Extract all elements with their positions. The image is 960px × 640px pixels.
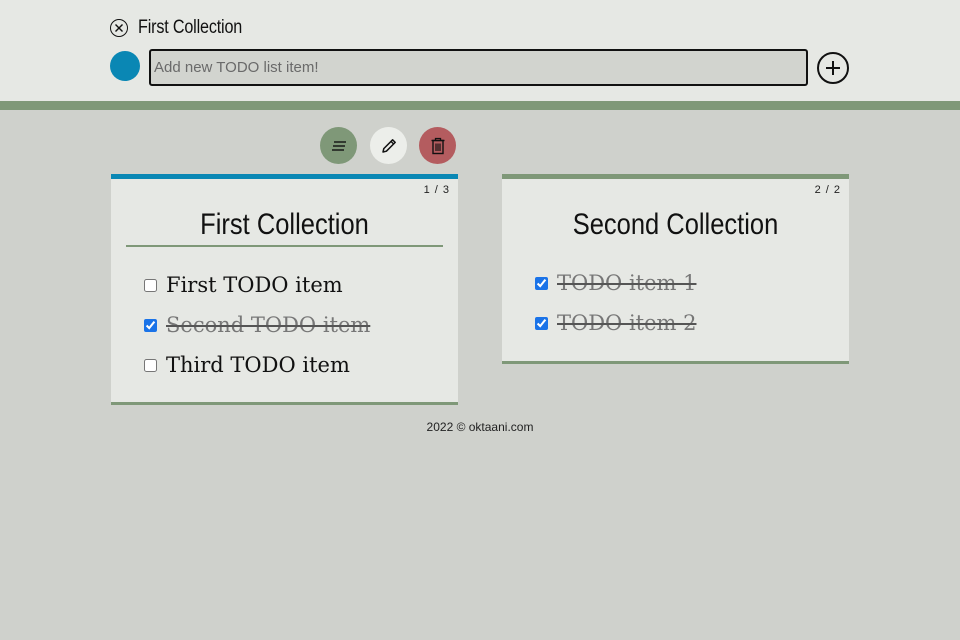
todo-checkbox[interactable] [144, 358, 157, 372]
add-todo-input[interactable] [149, 49, 808, 86]
collection-progress-count: 2 / 2 [814, 184, 841, 196]
edit-button[interactable] [370, 127, 407, 164]
current-collection-row: First Collection [110, 17, 260, 39]
collection-card[interactable]: 1 / 3 First Collection First TODO item S… [111, 174, 458, 405]
current-collection-title: First Collection [138, 17, 243, 38]
todo-checkbox[interactable] [535, 316, 548, 330]
todo-text[interactable]: TODO item 2 [557, 311, 696, 335]
top-bar-divider [0, 101, 960, 110]
todo-text[interactable]: Second TODO item [166, 313, 370, 337]
lines-icon [331, 140, 346, 151]
add-todo-button[interactable] [817, 52, 849, 84]
plus-icon [826, 61, 840, 75]
top-bar: First Collection [0, 0, 960, 101]
footer-copyright: 2022 © oktaani.com [426, 420, 534, 434]
pencil-icon [381, 138, 396, 153]
sort-button[interactable] [320, 127, 357, 164]
trash-icon [431, 137, 444, 154]
collection-progress-count: 1 / 3 [423, 184, 450, 196]
collection-title: First Collection [200, 208, 369, 241]
todo-item: TODO item 1 [502, 263, 849, 303]
todo-item: TODO item 2 [502, 303, 849, 343]
color-picker-button[interactable] [110, 51, 140, 81]
todo-checkbox[interactable] [535, 276, 548, 290]
todo-list: First TODO item Second TODO item Third T… [111, 265, 458, 385]
todo-item: Second TODO item [111, 305, 458, 345]
todo-text[interactable]: TODO item 1 [557, 271, 696, 295]
todo-item: Third TODO item [111, 345, 458, 385]
title-divider [126, 245, 443, 247]
collection-card[interactable]: 2 / 2 Second Collection TODO item 1 TODO… [502, 174, 849, 364]
todo-checkbox[interactable] [144, 318, 157, 332]
delete-button[interactable] [419, 127, 456, 164]
todo-list: TODO item 1 TODO item 2 [502, 263, 849, 343]
todo-text[interactable]: Third TODO item [166, 353, 350, 377]
todo-text[interactable]: First TODO item [166, 273, 343, 297]
close-collection-button[interactable] [110, 19, 128, 37]
todo-checkbox[interactable] [144, 278, 157, 292]
collection-title: Second Collection [572, 208, 779, 241]
close-icon [115, 24, 123, 32]
todo-item: First TODO item [111, 265, 458, 305]
